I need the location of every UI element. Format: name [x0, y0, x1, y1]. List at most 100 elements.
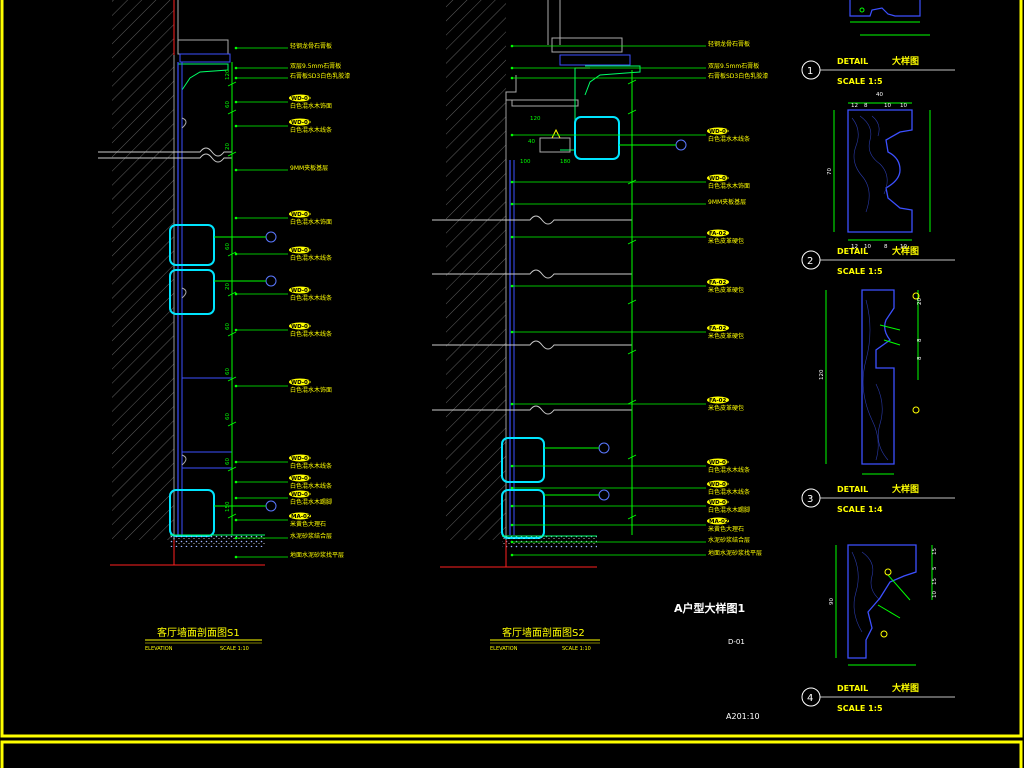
- drawing-number: A201:10: [726, 712, 760, 721]
- s2-dimension-label: 40: [528, 139, 535, 145]
- s1-dimension-label: 120: [225, 69, 231, 80]
- detail-scale: SCALE 1:5: [837, 77, 883, 86]
- detail2-right-dim: 20: [917, 298, 923, 305]
- s2-material-tag: FA-02: [709, 398, 726, 404]
- s1-note-text: 白色混水木饰面: [290, 102, 332, 110]
- s1-note-text: 石膏板SD3白色乳胶漆: [290, 72, 350, 80]
- detail-scale: SCALE 1:5: [837, 267, 883, 276]
- s2-elevation-label: ELEVATION: [490, 646, 518, 652]
- detail-box-s1-b: [169, 269, 215, 315]
- s1-note-text: 白色混水木饰面: [290, 386, 332, 394]
- s1-leader-dot: [234, 480, 238, 484]
- s1-material-tag: WD-01: [291, 380, 312, 386]
- s2-note-text: 米色皮革硬包: [708, 237, 744, 245]
- s2-leader-dot: [510, 504, 514, 508]
- detail1-bottom-dim: 10: [864, 244, 871, 250]
- s1-dimension-label: 20: [225, 283, 231, 290]
- detail1-bottom-dim: 10: [900, 244, 907, 250]
- s2-leader-dot: [510, 44, 514, 48]
- s1-note-text: 白色混水木线条: [290, 462, 332, 470]
- detail-title-cn: 大样图: [892, 483, 919, 495]
- section-s2: 轻钢龙骨石膏板双层9.5mm石膏板石膏板SD3白色乳胶漆WD-01白色混水木线条…: [432, 0, 768, 652]
- s1-material-tag: WD-01: [291, 324, 312, 330]
- s1-dimensions: 120 60 20 60 20 60 60 60 60 150: [225, 69, 237, 519]
- drawing-canvas: 轻钢龙骨石膏板双层9.5mm石膏板石膏板SD3白色乳胶漆WD-01白色混水木饰面…: [0, 0, 1023, 768]
- detail-box-s2-a: [574, 116, 620, 160]
- detail-box-s2-b: [501, 437, 545, 483]
- s1-note-text: 白色混水木线条: [290, 126, 332, 134]
- detail-label: DETAIL: [837, 57, 868, 66]
- detail1-top-total-dim: 40: [876, 92, 883, 98]
- s1-leader-dot: [234, 555, 238, 559]
- detail-2-profile: [825, 289, 920, 475]
- s1-material-tag: WD-01: [291, 248, 312, 254]
- callout-circle-s2-3: [598, 489, 610, 501]
- section-s1: 轻钢龙骨石膏板双层9.5mm石膏板石膏板SD3白色乳胶漆WD-01白色混水木饰面…: [98, 0, 350, 652]
- s2-note-text: 双层9.5mm石膏板: [708, 62, 759, 70]
- detail-number: 4: [807, 693, 813, 704]
- s1-note-text: 白色混水木踢脚: [290, 498, 332, 506]
- detail-box-s1-a: [169, 224, 215, 266]
- s2-leader-dot: [510, 284, 514, 288]
- s2-scale-label: SCALE 1:10: [562, 646, 591, 652]
- s2-title: 客厅墙面剖面图S2: [502, 626, 585, 639]
- detail-label: DETAIL: [837, 684, 868, 693]
- s2-material-tag: WD-01: [709, 482, 730, 488]
- s1-note-text: 白色混水木线条: [290, 294, 332, 302]
- detail-box-s1-c: [169, 489, 215, 537]
- s1-note-text: 米黄色大理石: [290, 520, 326, 528]
- s2-material-tag: WD-01: [709, 500, 730, 506]
- s2-note-text: 白色混水木线条: [708, 488, 750, 496]
- s1-note-text: 9MM夹板基层: [290, 164, 328, 172]
- s2-note-text: 水泥砂浆结合层: [708, 536, 750, 544]
- detail-label: DETAIL: [837, 485, 868, 494]
- callout-circle-s2-1: [675, 139, 687, 151]
- detail1-top-dim: 12: [851, 103, 858, 109]
- s2-note-text: 米色皮革硬包: [708, 404, 744, 412]
- s2-leader-dot: [510, 486, 514, 490]
- s2-leader-dot: [510, 523, 514, 527]
- sheet-number: D-01: [728, 638, 745, 646]
- s1-dimension-label: 60: [225, 458, 231, 465]
- s1-material-tag: WD-01: [291, 456, 312, 462]
- s2-material-tag: WD-01: [709, 176, 730, 182]
- s1-title: 客厅墙面剖面图S1: [157, 626, 240, 639]
- detail-scale: SCALE 1:4: [837, 505, 883, 514]
- s1-note-text: 地面水泥砂浆找平层: [290, 551, 344, 559]
- s2-note-text: 轻钢龙骨石膏板: [708, 40, 750, 48]
- s2-leader-dot: [510, 133, 514, 137]
- floor-s1: [170, 535, 265, 547]
- s1-leader-dot: [234, 518, 238, 522]
- callout-circle-s1-3: [265, 500, 277, 512]
- s1-leader-dot: [234, 168, 238, 172]
- s2-material-tag: MA-02: [709, 519, 729, 525]
- s1-dimension-label: 60: [225, 413, 231, 420]
- detail3-right-dim: 15: [932, 578, 938, 585]
- detail3-right-dim: 15: [932, 548, 938, 555]
- s1-material-tag: WD-01: [291, 212, 312, 218]
- detail-3-profile: [835, 544, 933, 666]
- wall-s2: [446, 0, 506, 540]
- s1-material-tag: WD-01: [291, 96, 312, 102]
- s1-leader-dot: [234, 216, 238, 220]
- s1-dimension-label: 60: [225, 101, 231, 108]
- s2-note-text: 米黄色大理石: [708, 525, 744, 533]
- detail1-bottom-dim: 8: [884, 244, 888, 250]
- s1-material-tag: WD-01: [291, 492, 312, 498]
- s1-leader-dot: [234, 460, 238, 464]
- detail-title-cn: 大样图: [892, 55, 919, 67]
- s1-material-tag: WD-01: [291, 288, 312, 294]
- s1-material-tag: WD-01: [291, 120, 312, 126]
- s2-dimension-label: 120: [530, 116, 541, 122]
- s1-leader-notes: 轻钢龙骨石膏板双层9.5mm石膏板石膏板SD3白色乳胶漆WD-01白色混水木饰面…: [234, 42, 350, 559]
- s2-leader-dot: [510, 202, 514, 206]
- detail3-right-dim: 5: [932, 566, 938, 570]
- detail-number: 1: [807, 66, 813, 77]
- s1-note-text: 白色混水木线条: [290, 330, 332, 338]
- s1-note-text: 水泥砂浆结合层: [290, 532, 332, 540]
- s1-leader-dot: [234, 66, 238, 70]
- detail-1-profile: [833, 102, 931, 241]
- s2-note-text: 米色皮革硬包: [708, 286, 744, 294]
- s2-leader-dot: [510, 330, 514, 334]
- s1-leader-dot: [234, 100, 238, 104]
